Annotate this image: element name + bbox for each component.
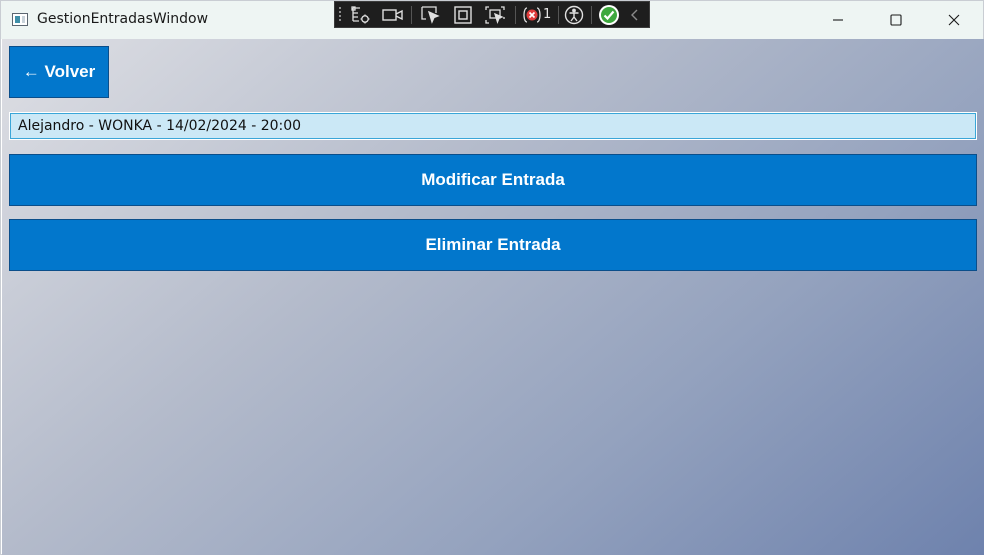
maximize-icon bbox=[890, 14, 902, 26]
maximize-button[interactable] bbox=[867, 1, 925, 39]
video-record-icon[interactable] bbox=[381, 5, 405, 25]
close-button[interactable] bbox=[925, 1, 983, 39]
back-button[interactable]: ← Volver bbox=[9, 46, 109, 98]
minimize-icon bbox=[833, 19, 843, 21]
display-layout-adorners-icon[interactable] bbox=[451, 5, 475, 25]
toolbar-separator bbox=[411, 6, 412, 24]
modify-entry-button[interactable]: Modificar Entrada bbox=[9, 154, 977, 206]
toolbar-separator bbox=[515, 6, 516, 24]
binding-failures-icon[interactable] bbox=[521, 5, 543, 25]
window-title: GestionEntradasWindow bbox=[37, 11, 209, 27]
selected-entry-field[interactable]: Alejandro - WONKA - 14/02/2024 - 20:00 bbox=[9, 112, 977, 140]
window-content: ← Volver Alejandro - WONKA - 14/02/2024 … bbox=[2, 39, 984, 555]
title-bar[interactable]: GestionEntradasWindow 1 bbox=[1, 1, 983, 39]
app-window: GestionEntradasWindow 1 ← Volver Alejand… bbox=[0, 0, 984, 555]
delete-entry-button[interactable]: Eliminar Entrada bbox=[9, 219, 977, 271]
toolbar-separator bbox=[558, 6, 559, 24]
minimize-button[interactable] bbox=[809, 1, 867, 39]
toolbar-grip-icon[interactable] bbox=[339, 5, 343, 25]
track-focused-element-icon[interactable] bbox=[483, 5, 507, 25]
close-icon bbox=[948, 14, 960, 26]
binding-failures-count: 1 bbox=[543, 7, 552, 22]
app-window-icon bbox=[12, 13, 28, 26]
select-element-icon[interactable] bbox=[419, 5, 443, 25]
collapse-toolbar-icon[interactable] bbox=[628, 5, 642, 25]
xaml-debug-toolbar: 1 bbox=[334, 1, 650, 28]
toolbar-separator bbox=[591, 6, 592, 24]
accessibility-checker-icon[interactable] bbox=[563, 5, 585, 25]
live-visual-tree-icon[interactable] bbox=[349, 5, 373, 25]
hot-reload-status-icon[interactable] bbox=[597, 5, 621, 25]
